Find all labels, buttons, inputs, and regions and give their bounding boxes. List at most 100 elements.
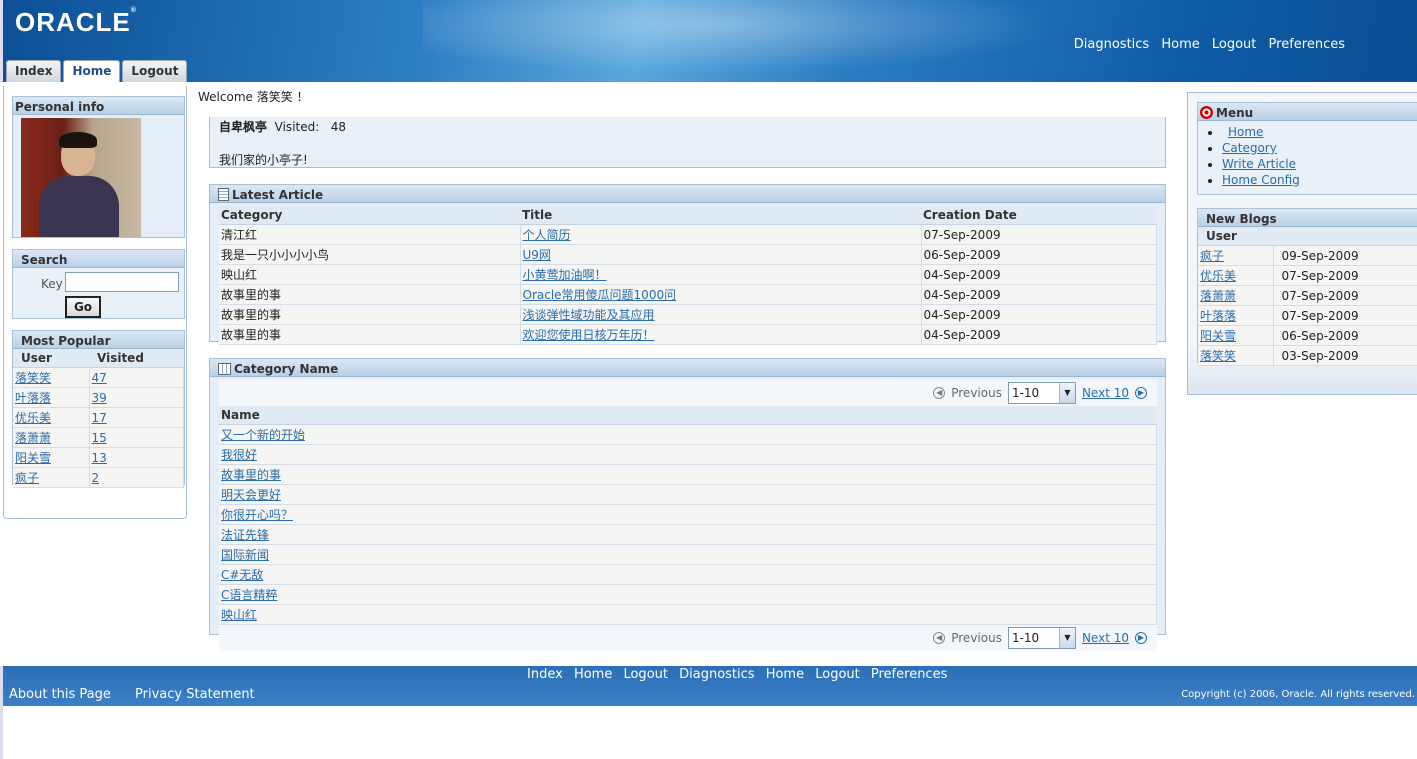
- popular-visited-link[interactable]: 15: [92, 431, 107, 445]
- popular-visited[interactable]: 2: [89, 467, 184, 488]
- footer-link-home[interactable]: Home: [766, 667, 804, 682]
- new-blogs-panel: New Blogs User 疯子 09-Sep-2009 优乐美 07-Sep-20…: [1197, 208, 1417, 366]
- footer-link-index[interactable]: Index: [527, 667, 563, 682]
- next-icon[interactable]: ▶: [1135, 387, 1147, 399]
- popular-visited-link[interactable]: 47: [92, 371, 107, 385]
- category-name-link[interactable]: C#无敌: [221, 568, 263, 582]
- article-title[interactable]: U9网: [520, 244, 922, 265]
- blog-user-link[interactable]: 叶落落: [1200, 309, 1236, 323]
- popular-user-link[interactable]: 叶落落: [15, 391, 51, 405]
- category-name-link[interactable]: 明天会更好: [221, 488, 281, 502]
- global-link-home[interactable]: Home: [1161, 37, 1199, 52]
- article-title[interactable]: 浅谈弹性域功能及其应用: [520, 304, 922, 325]
- category-name[interactable]: 我很好: [219, 444, 1157, 465]
- next-10-link[interactable]: Next 10: [1082, 386, 1129, 400]
- blog-user-link[interactable]: 落笑笑: [1200, 349, 1236, 363]
- category-name[interactable]: 法证先锋: [219, 524, 1157, 545]
- popular-user[interactable]: 落萧萧: [13, 427, 90, 448]
- popular-user-link[interactable]: 落萧萧: [15, 431, 51, 445]
- category-name-link[interactable]: 我很好: [221, 448, 257, 462]
- article-title[interactable]: 小黄莺加油啊！: [520, 264, 922, 285]
- blog-user[interactable]: 叶落落: [1198, 305, 1274, 326]
- popular-user[interactable]: 落笑笑: [13, 367, 90, 388]
- popular-user-link[interactable]: 疯子: [15, 471, 39, 485]
- article-title-link[interactable]: 小黄莺加油啊！: [523, 268, 607, 282]
- category-name-link[interactable]: 映山红: [221, 608, 257, 622]
- category-name[interactable]: C语言精粹: [219, 584, 1157, 605]
- article-title[interactable]: 个人简历: [520, 224, 922, 245]
- category-name[interactable]: 明天会更好: [219, 484, 1157, 505]
- popular-visited-link[interactable]: 13: [92, 451, 107, 465]
- popular-user-link[interactable]: 阳关雪: [15, 451, 51, 465]
- range-select[interactable]: 1-10 ▼: [1007, 382, 1076, 404]
- article-title[interactable]: 欢迎您使用日核万年历！: [520, 324, 922, 345]
- tab-index[interactable]: Index: [6, 60, 62, 82]
- menu-item-home[interactable]: Home: [1228, 125, 1263, 139]
- blog-user[interactable]: 落萧萧: [1198, 285, 1274, 306]
- most-popular-table: User Visited 落笑笑 47 叶落落 39 优乐美 17 落萧萧 15 阳关雪 13 疯子…: [13, 349, 184, 488]
- range-select[interactable]: 1-10 ▼: [1007, 627, 1076, 649]
- category-name[interactable]: 你很开心吗？: [219, 504, 1157, 525]
- popular-visited[interactable]: 15: [89, 427, 184, 448]
- category-name[interactable]: 故事里的事: [219, 464, 1157, 485]
- chevron-down-icon: ▼: [1058, 383, 1075, 403]
- menu-item-category[interactable]: Category: [1222, 141, 1277, 155]
- category-name-link[interactable]: 又一个新的开始: [221, 428, 305, 442]
- blog-user-link[interactable]: 疯子: [1200, 249, 1224, 263]
- article-title-link[interactable]: 个人简历: [523, 228, 571, 242]
- search-key-input[interactable]: [65, 272, 179, 292]
- tab-home[interactable]: Home: [63, 60, 121, 82]
- blog-user[interactable]: 落笑笑: [1198, 345, 1274, 366]
- blog-user[interactable]: 优乐美: [1198, 265, 1274, 286]
- about-page-link[interactable]: About this Page: [9, 687, 111, 702]
- category-name-link[interactable]: 故事里的事: [221, 468, 281, 482]
- footer-link-logout[interactable]: Logout: [815, 667, 860, 682]
- blog-user[interactable]: 疯子: [1198, 245, 1274, 266]
- category-name[interactable]: C#无敌: [219, 564, 1157, 585]
- popular-user-link[interactable]: 落笑笑: [15, 371, 51, 385]
- global-link-diagnostics[interactable]: Diagnostics: [1074, 37, 1149, 52]
- article-title-link[interactable]: Oracle常用傻瓜问题1000问: [523, 288, 677, 302]
- category-name-link[interactable]: 国际新闻: [221, 548, 269, 562]
- article-title[interactable]: Oracle常用傻瓜问题1000问: [520, 284, 922, 305]
- next-10-link[interactable]: Next 10: [1082, 631, 1129, 645]
- footer-link-logout[interactable]: Logout: [623, 667, 668, 682]
- blog-user-link[interactable]: 阳关雪: [1200, 329, 1236, 343]
- menu-item-write-article[interactable]: Write Article: [1222, 157, 1296, 171]
- footer-link-diagnostics[interactable]: Diagnostics: [679, 667, 754, 682]
- global-link-preferences[interactable]: Preferences: [1269, 37, 1345, 52]
- article-title-link[interactable]: 欢迎您使用日核万年历！: [523, 328, 655, 342]
- article-title-link[interactable]: 浅谈弹性域功能及其应用: [523, 308, 655, 322]
- global-link-logout[interactable]: Logout: [1212, 37, 1257, 52]
- popular-visited[interactable]: 17: [89, 407, 184, 428]
- tab-logout[interactable]: Logout: [122, 60, 188, 82]
- category-name-link[interactable]: C语言精粹: [221, 588, 277, 602]
- popular-visited-link[interactable]: 17: [92, 411, 107, 425]
- category-name[interactable]: 映山红: [219, 604, 1157, 625]
- popular-user-link[interactable]: 优乐美: [15, 411, 51, 425]
- popular-visited-link[interactable]: 2: [92, 471, 100, 485]
- blog-user-link[interactable]: 优乐美: [1200, 269, 1236, 283]
- footer-link-preferences[interactable]: Preferences: [871, 667, 947, 682]
- popular-visited[interactable]: 47: [89, 367, 184, 388]
- menu-item-home-config[interactable]: Home Config: [1222, 173, 1300, 187]
- visited-label: Visited:: [274, 120, 320, 134]
- popular-user[interactable]: 疯子: [13, 467, 90, 488]
- popular-user[interactable]: 阳关雪: [13, 447, 90, 468]
- category-name[interactable]: 又一个新的开始: [219, 424, 1157, 445]
- go-button[interactable]: Go: [65, 296, 101, 318]
- popular-user[interactable]: 优乐美: [13, 407, 90, 428]
- footer-link-home[interactable]: Home: [574, 667, 612, 682]
- blog-user[interactable]: 阳关雪: [1198, 325, 1274, 346]
- category-name-link[interactable]: 你很开心吗？: [221, 508, 293, 522]
- article-title-link[interactable]: U9网: [523, 248, 551, 262]
- blog-user-link[interactable]: 落萧萧: [1200, 289, 1236, 303]
- next-icon[interactable]: ▶: [1135, 632, 1147, 644]
- popular-visited[interactable]: 13: [89, 447, 184, 468]
- privacy-link[interactable]: Privacy Statement: [135, 687, 255, 702]
- popular-visited-link[interactable]: 39: [92, 391, 107, 405]
- popular-visited[interactable]: 39: [89, 387, 184, 408]
- category-name[interactable]: 国际新闻: [219, 544, 1157, 565]
- category-name-link[interactable]: 法证先锋: [221, 528, 269, 542]
- popular-user[interactable]: 叶落落: [13, 387, 90, 408]
